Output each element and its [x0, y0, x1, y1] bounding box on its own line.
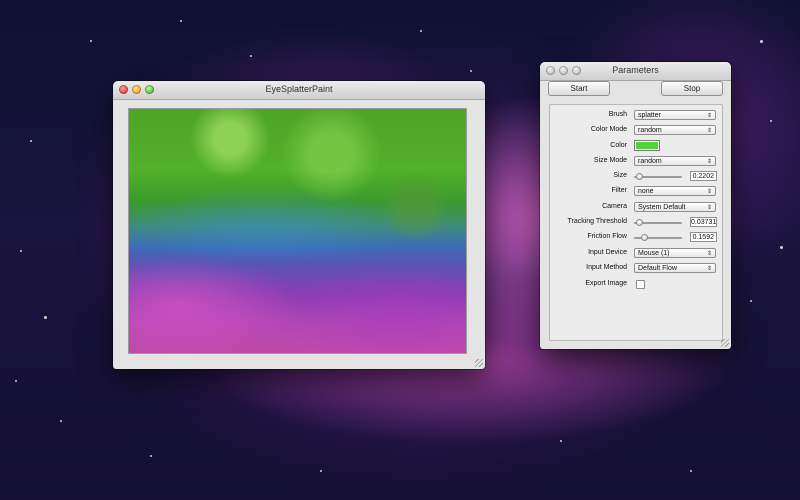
friction-flow-slider[interactable]: [634, 234, 682, 241]
camera-label: Camera: [602, 203, 627, 210]
input-method-select[interactable]: Default Flow ⇕: [634, 263, 716, 273]
parameters-window[interactable]: Parameters Start Stop Brush splatter ⇕ C…: [540, 62, 731, 349]
updown-arrow-icon: ⇕: [706, 266, 712, 272]
export-image-row: Export Image: [550, 279, 722, 291]
paint-window-title: EyeSplatterPaint: [265, 84, 333, 94]
size-label: Size: [613, 172, 627, 179]
updown-arrow-icon: ⇕: [706, 189, 712, 195]
parameters-panel: Brush splatter ⇕ Color Mode random ⇕ Col…: [549, 104, 723, 341]
size-slider-thumb[interactable]: [636, 173, 644, 180]
input-method-label: Input Method: [586, 264, 627, 271]
input-device-select[interactable]: Mouse (1) ⇕: [634, 248, 716, 258]
camera-row: Camera System Default ⇕: [550, 202, 722, 214]
tracking-threshold-slider[interactable]: [634, 219, 682, 226]
camera-value: System Default: [638, 204, 686, 211]
color-label: Color: [610, 142, 627, 149]
input-device-label: Input Device: [588, 249, 627, 256]
paint-canvas[interactable]: [128, 108, 467, 354]
brush-row: Brush splatter ⇕: [550, 110, 722, 122]
camera-select[interactable]: System Default ⇕: [634, 202, 716, 212]
color-mode-value: random: [638, 127, 662, 134]
tracking-threshold-row: Tracking Threshold 0.03731: [550, 217, 722, 229]
parameters-window-titlebar[interactable]: Parameters: [540, 62, 731, 81]
filter-label: Filter: [611, 187, 627, 194]
export-image-checkbox[interactable]: [636, 280, 645, 289]
color-mode-label: Color Mode: [590, 126, 627, 133]
updown-arrow-icon: ⇕: [706, 159, 712, 165]
size-mode-value: random: [638, 158, 662, 165]
color-swatch: [636, 142, 658, 149]
size-mode-label: Size Mode: [593, 157, 627, 164]
brush-value: splatter: [638, 112, 661, 119]
brush-label: Brush: [608, 111, 627, 118]
size-field[interactable]: 0.2202: [690, 171, 717, 181]
paint-window[interactable]: EyeSplatterPaint: [113, 81, 485, 369]
friction-flow-row: Friction Flow 0.1592: [550, 232, 722, 244]
size-row: Size 0.2202: [550, 171, 722, 183]
color-mode-row: Color Mode random ⇕: [550, 125, 722, 137]
input-method-row: Input Method Default Flow ⇕: [550, 263, 722, 275]
size-mode-select[interactable]: random ⇕: [634, 156, 716, 166]
brush-select[interactable]: splatter ⇕: [634, 110, 716, 120]
resize-grip-icon[interactable]: [721, 339, 729, 347]
tracking-threshold-field[interactable]: 0.03731: [690, 217, 717, 227]
updown-arrow-icon: ⇕: [706, 128, 712, 134]
color-mode-select[interactable]: random ⇕: [634, 125, 716, 135]
export-image-label: Export Image: [585, 280, 627, 287]
start-button[interactable]: Start: [548, 81, 610, 96]
filter-value: none: [638, 188, 654, 195]
updown-arrow-icon: ⇕: [706, 205, 712, 211]
tracking-threshold-slider-thumb[interactable]: [635, 219, 643, 226]
filter-row: Filter none ⇕: [550, 186, 722, 198]
stop-button[interactable]: Stop: [661, 81, 723, 96]
friction-flow-label: Friction Flow: [587, 233, 627, 240]
filter-select[interactable]: none ⇕: [634, 186, 716, 196]
friction-flow-slider-thumb[interactable]: [640, 234, 648, 241]
size-mode-row: Size Mode random ⇕: [550, 156, 722, 168]
color-well[interactable]: [634, 140, 660, 151]
updown-arrow-icon: ⇕: [706, 251, 712, 257]
friction-flow-field[interactable]: 0.1592: [690, 232, 717, 242]
resize-grip-icon[interactable]: [475, 359, 483, 367]
input-device-value: Mouse (1): [638, 250, 670, 257]
parameters-window-title: Parameters: [612, 65, 659, 75]
paint-window-titlebar[interactable]: EyeSplatterPaint: [113, 81, 485, 100]
input-device-row: Input Device Mouse (1) ⇕: [550, 248, 722, 260]
updown-arrow-icon: ⇕: [706, 113, 712, 119]
input-method-value: Default Flow: [638, 265, 677, 272]
tracking-threshold-label: Tracking Threshold: [567, 218, 627, 225]
color-row: Color: [550, 140, 722, 153]
size-slider[interactable]: [634, 173, 682, 180]
